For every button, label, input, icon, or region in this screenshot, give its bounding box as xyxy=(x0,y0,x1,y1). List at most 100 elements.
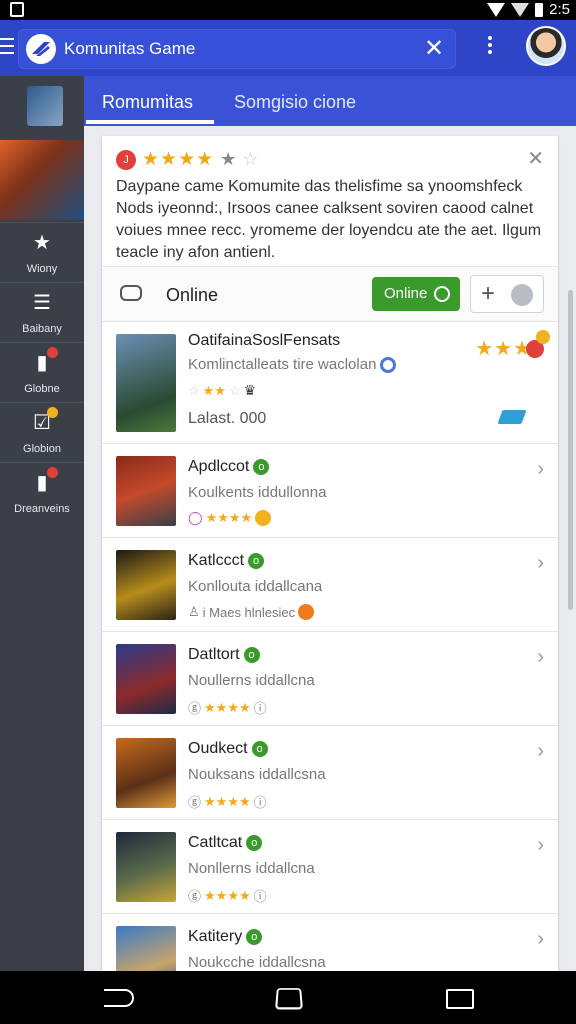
list-item[interactable]: Oudkect o Nouksans iddallcsna ⓖ ★★★★ ⓘ › xyxy=(102,726,558,820)
add-icon[interactable]: + xyxy=(481,280,495,308)
chevron-right-icon: › xyxy=(537,458,544,480)
rail-item-wiony[interactable]: ★ Wiony xyxy=(0,222,84,280)
game-title: Catltcat o xyxy=(188,834,263,852)
rail-item-globion[interactable]: ☑ Globion xyxy=(0,402,84,460)
game-title: OatifainaSoslFensats xyxy=(188,332,341,349)
game-meta: ♙ i Maes hlnlesiec xyxy=(188,604,315,620)
recents-icon[interactable] xyxy=(446,989,474,1009)
rating-stars: ★★★★ xyxy=(142,149,215,170)
chevron-right-icon: › xyxy=(537,928,544,950)
avatar[interactable] xyxy=(526,26,566,66)
signal-icon xyxy=(511,2,530,17)
rail-game-thumbnail[interactable] xyxy=(27,86,63,126)
game-subtitle: Komlinctalleats tire waclolan xyxy=(188,356,397,374)
game-subtitle: Noullerns iddallcna xyxy=(188,672,315,689)
online-status-icon: o xyxy=(253,458,270,475)
game-title-text: Katitery xyxy=(188,928,243,945)
rating-row: J ★★★★ ★ ☆ xyxy=(116,148,258,171)
game-title: Katitery o xyxy=(188,928,263,946)
menu-icon[interactable] xyxy=(0,38,14,56)
game-thumbnail xyxy=(116,644,176,714)
game-title: Katlccct o xyxy=(188,552,265,570)
game-rating: ⓖ ★★★★ ⓘ xyxy=(188,887,267,905)
community-panel: J ★★★★ ★ ☆ ✕ Daypane came Komumite das t… xyxy=(102,136,558,971)
game-thumbnail xyxy=(116,926,176,971)
emoji-icon xyxy=(255,510,272,526)
star-icon: ★ xyxy=(33,232,51,254)
rail-item-label: Globne xyxy=(24,383,60,395)
status-time: 2:5 xyxy=(549,1,570,18)
info-card: J ★★★★ ★ ☆ ✕ Daypane came Komumite das t… xyxy=(102,136,558,266)
online-bar: Online Online + xyxy=(102,266,558,322)
game-title-text: Katlccct xyxy=(188,552,245,569)
crown-icon: ♛ xyxy=(243,382,257,398)
more-options-icon[interactable] xyxy=(482,36,498,60)
game-title-text: Apdlccot xyxy=(188,458,250,475)
notification-badge xyxy=(47,467,58,478)
check-icon: ☑ xyxy=(30,407,58,435)
wifi-icon xyxy=(487,2,506,17)
compass-icon[interactable] xyxy=(511,284,533,306)
list-item[interactable]: OatifainaSoslFensats Komlinctalleats tir… xyxy=(102,322,558,444)
side-rail: ★ Wiony ☰ Baibany ▮ Globne ☑ Globion ▮ D… xyxy=(0,76,84,971)
chevron-right-icon: › xyxy=(537,740,544,762)
game-subtitle: Noukcche iddallcsna xyxy=(188,954,326,971)
rail-item-dreanveins[interactable]: ▮ Dreanveins xyxy=(0,462,84,520)
star-empty-icon: ☆ xyxy=(242,149,259,169)
notification-badge xyxy=(47,347,58,358)
game-title: Datltort o xyxy=(188,646,260,664)
game-meta-text: i Maes hlnlesiec xyxy=(202,604,296,620)
tab-somgisio-cione[interactable]: Somgisio cione xyxy=(234,92,356,113)
list-item[interactable]: Apdlccot o Koulkents iddullonna ◯ ★★★★ › xyxy=(102,444,558,538)
game-subtitle: Koulkents iddullonna xyxy=(188,484,327,501)
close-icon[interactable]: ✕ xyxy=(422,35,446,63)
game-thumbnail xyxy=(116,456,176,526)
featured-badge-secondary xyxy=(536,330,550,344)
rail-item-baibany[interactable]: ☰ Baibany xyxy=(0,282,84,340)
game-thumbnail xyxy=(116,832,176,902)
battery-icon xyxy=(535,2,544,17)
list-item[interactable]: Katlccct o Konllouta iddallcana ♙ i Maes h… xyxy=(102,538,558,632)
star-icon: ★ xyxy=(220,149,237,169)
rail-item-label: Dreanveins xyxy=(14,503,70,515)
chevron-right-icon: › xyxy=(537,834,544,856)
rail-hero-image[interactable] xyxy=(0,140,84,220)
back-icon[interactable] xyxy=(104,989,134,1007)
game-rating: ☆ ★★ ☆ ♛ xyxy=(188,382,257,398)
game-subtitle: Nonllerns iddallcna xyxy=(188,860,315,877)
bird-icon xyxy=(497,410,527,424)
status-bar: 2:5 xyxy=(0,0,576,20)
game-thumbnail xyxy=(116,738,176,808)
list-item[interactable]: Datltort o Noullerns iddallcna ⓖ ★★★★ ⓘ › xyxy=(102,632,558,726)
search-bar[interactable]: Komunitas Game ✕ xyxy=(18,29,456,69)
game-subtitle: Nouksans iddallcsna xyxy=(188,766,326,783)
rail-item-label: Globion xyxy=(23,443,61,455)
chart-icon: ▮ xyxy=(30,467,58,495)
game-title: Apdlccot o xyxy=(188,458,270,476)
notification-badge xyxy=(47,407,58,418)
online-label: Online xyxy=(166,285,219,305)
game-title: Oudkect o xyxy=(188,740,268,758)
game-thumbnail xyxy=(116,334,176,432)
online-status-icon: o xyxy=(248,552,265,569)
scrollbar[interactable] xyxy=(568,290,573,610)
rail-item-label: Baibany xyxy=(22,323,62,335)
featured-stars: ★★★ xyxy=(475,338,532,360)
tab-romumitas[interactable]: Romumitas xyxy=(102,92,193,113)
list-item[interactable]: Catltcat o Nonllerns iddallcna ⓖ ★★★★ ⓘ › xyxy=(102,820,558,914)
app-bar: Komunitas Game ✕ xyxy=(0,20,576,76)
game-list: OatifainaSoslFensats Komlinctalleats tir… xyxy=(102,322,558,971)
system-nav-bar xyxy=(0,971,576,1024)
online-status-icon: o xyxy=(243,646,260,663)
dismiss-icon[interactable]: ✕ xyxy=(527,146,544,171)
rating-badge: J xyxy=(116,149,136,170)
rail-item-globne[interactable]: ▮ Globne xyxy=(0,342,84,400)
chevron-right-icon: › xyxy=(537,552,544,574)
list-item[interactable]: Katitery o Noukcche iddallcsna › xyxy=(102,914,558,971)
online-button[interactable]: Online xyxy=(372,277,460,311)
emoji-icon xyxy=(298,604,315,620)
tab-bar: Romumitas Somgisio cione xyxy=(84,76,576,126)
home-icon[interactable] xyxy=(275,988,303,1010)
sync-icon xyxy=(380,357,397,374)
game-thumbnail xyxy=(116,550,176,620)
